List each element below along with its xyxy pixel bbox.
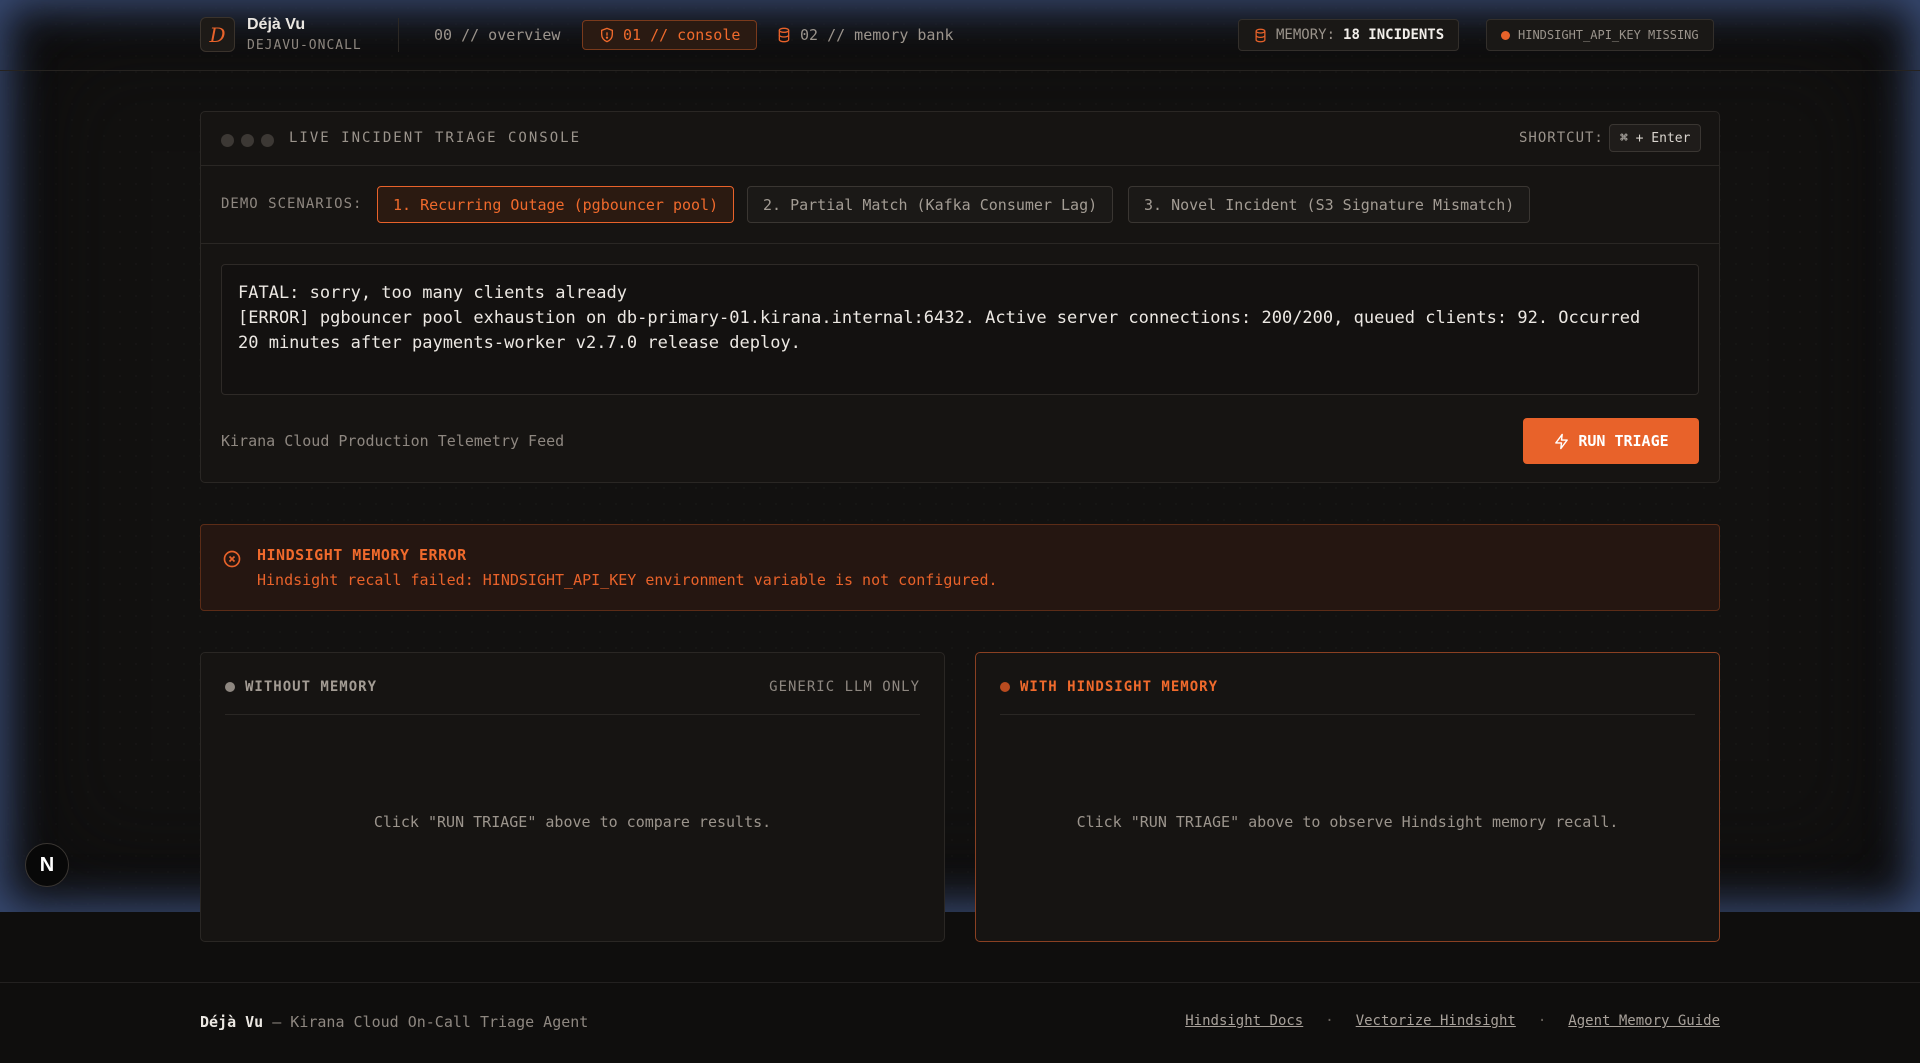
nav-console[interactable]: 01 // console	[582, 20, 758, 50]
status-dot-icon	[1000, 682, 1010, 692]
link-agent-memory-guide[interactable]: Agent Memory Guide	[1568, 1013, 1720, 1029]
run-triage-label: RUN TRIAGE	[1578, 432, 1669, 450]
nav-memory-bank-label: 02 // memory bank	[800, 26, 954, 44]
footer: Déjà Vu — Kirana Cloud On-Call Triage Ag…	[0, 982, 1920, 1063]
without-memory-empty-text: Click "RUN TRIAGE" above to compare resu…	[373, 813, 772, 831]
scenario-button-novel-incident[interactable]: 3. Novel Incident (S3 Signature Mismatch…	[1128, 186, 1531, 223]
shortcut-label: SHORTCUT:	[1519, 130, 1604, 146]
scenario-row: DEMO SCENARIOS: 1. Recurring Outage (pgb…	[201, 166, 1719, 244]
memory-value: 18 INCIDENTS	[1343, 27, 1445, 43]
footer-links: Hindsight Docs · Vectorize Hindsight · A…	[1185, 1013, 1720, 1029]
scenario-button-recurring-outage[interactable]: 1. Recurring Outage (pgbouncer pool)	[377, 186, 735, 223]
panel-header: WITH HINDSIGHT MEMORY	[1000, 653, 1695, 715]
brand-title: Déjà Vu	[247, 16, 306, 33]
telemetry-feed-label: Kirana Cloud Production Telemetry Feed	[221, 432, 565, 450]
scenario-button-partial-match[interactable]: 2. Partial Match (Kafka Consumer Lag)	[747, 186, 1114, 223]
nav-memory-bank[interactable]: 02 // memory bank	[760, 20, 970, 50]
footer-tagline: — Kirana Cloud On-Call Triage Agent	[263, 1013, 589, 1031]
without-memory-panel: WITHOUT MEMORY GENERIC LLM ONLY Click "R…	[200, 652, 945, 942]
header-divider	[398, 18, 399, 52]
memory-label: MEMORY:	[1276, 27, 1336, 43]
console-header: LIVE INCIDENT TRIAGE CONSOLE SHORTCUT: ⌘…	[201, 112, 1719, 166]
link-vectorize-hindsight[interactable]: Vectorize Hindsight	[1356, 1013, 1516, 1029]
status-dot-icon	[1501, 30, 1510, 40]
incident-log-input[interactable]: FATAL: sorry, too many clients already […	[221, 264, 1699, 395]
lightning-icon	[1555, 433, 1569, 449]
nextjs-dev-badge[interactable]: N	[25, 843, 69, 887]
triage-console: LIVE INCIDENT TRIAGE CONSOLE SHORTCUT: ⌘…	[200, 111, 1720, 483]
window-dot-icon	[221, 134, 234, 147]
error-circle-icon	[223, 550, 241, 568]
footer-brand-name: Déjà Vu	[200, 1013, 264, 1031]
database-icon	[778, 27, 790, 43]
with-memory-title: WITH HINDSIGHT MEMORY	[1020, 679, 1219, 695]
footer-brand: Déjà Vu — Kirana Cloud On-Call Triage Ag…	[200, 1013, 588, 1031]
run-triage-button[interactable]: RUN TRIAGE	[1523, 418, 1699, 464]
memory-error-banner: HINDSIGHT MEMORY ERROR Hindsight recall …	[200, 524, 1720, 611]
error-message: Hindsight recall failed: HINDSIGHT_API_K…	[257, 571, 998, 589]
window-dot-icon	[241, 134, 254, 147]
nav-overview[interactable]: 00 // overview	[418, 20, 576, 50]
generic-llm-tag: GENERIC LLM ONLY	[769, 679, 920, 695]
shortcut-keys: ⌘ + Enter	[1609, 124, 1702, 152]
panel-title: WITH HINDSIGHT MEMORY	[1000, 679, 1218, 695]
link-separator: ·	[1325, 1013, 1334, 1029]
status-dot-icon	[225, 682, 235, 692]
scenarios-label: DEMO SCENARIOS:	[221, 196, 363, 212]
link-separator: ·	[1537, 1013, 1547, 1029]
without-memory-title: WITHOUT MEMORY	[245, 679, 378, 695]
with-memory-empty-text: Click "RUN TRIAGE" above to observe Hind…	[1076, 813, 1619, 831]
brand-logo[interactable]: D	[200, 17, 235, 52]
memory-count-badge[interactable]: MEMORY: 18 INCIDENTS	[1238, 19, 1460, 51]
shield-icon	[601, 27, 613, 43]
error-title: HINDSIGHT MEMORY ERROR	[257, 546, 467, 564]
top-bar: D Déjà Vu DEJAVU-ONCALL 00 // overview 0…	[0, 0, 1920, 71]
nav-console-label: 01 // console	[623, 26, 741, 44]
brand-subtitle: DEJAVU-ONCALL	[247, 38, 362, 53]
window-dot-icon	[261, 134, 274, 147]
link-hindsight-docs[interactable]: Hindsight Docs	[1185, 1013, 1303, 1029]
api-key-status-badge[interactable]: HINDSIGHT_API_KEY MISSING	[1486, 19, 1714, 51]
with-memory-panel: WITH HINDSIGHT MEMORY Click "RUN TRIAGE"…	[975, 652, 1720, 942]
database-icon	[1255, 28, 1266, 42]
panel-title: WITHOUT MEMORY	[225, 679, 377, 695]
api-key-status-text: HINDSIGHT_API_KEY MISSING	[1518, 28, 1699, 42]
panel-header: WITHOUT MEMORY GENERIC LLM ONLY	[225, 653, 920, 715]
nav-overview-label: 00 // overview	[434, 26, 561, 44]
console-title: LIVE INCIDENT TRIAGE CONSOLE	[289, 130, 582, 146]
